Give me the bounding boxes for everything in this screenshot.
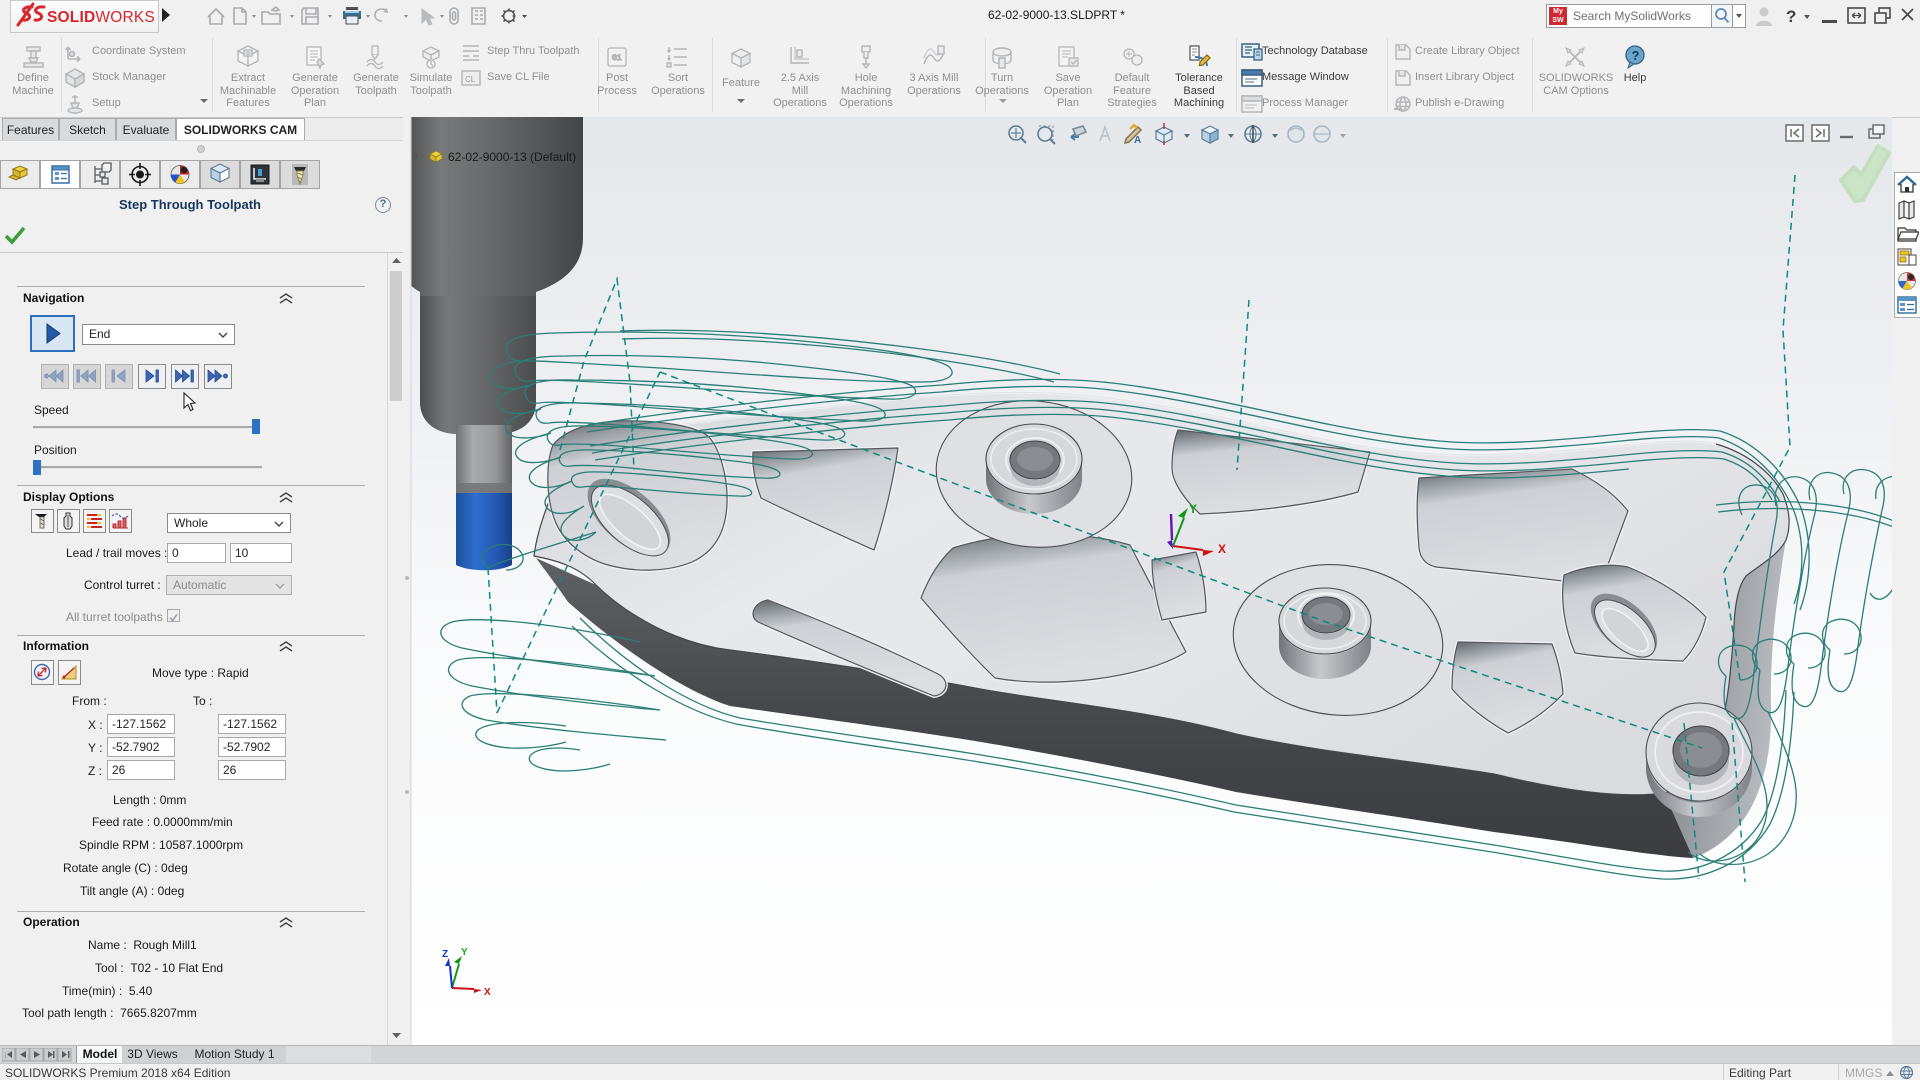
svg-text:Y: Y <box>1189 502 1197 516</box>
svg-text:CL: CL <box>465 75 476 84</box>
svg-text:?: ? <box>1632 48 1640 63</box>
svg-text:Y: Y <box>461 947 468 958</box>
svg-text:?: ? <box>1786 7 1796 26</box>
svg-text:SOLIDWORKS: SOLIDWORKS <box>47 9 155 26</box>
svg-text:A: A <box>1134 135 1141 146</box>
svg-text:62-02-9000-13 (Default): 62-02-9000-13 (Default) <box>448 150 576 164</box>
svg-text:X: X <box>1218 542 1226 556</box>
svg-text:G1: G1 <box>612 54 622 63</box>
svg-text:X: X <box>484 987 491 998</box>
svg-text:Z: Z <box>442 949 448 960</box>
